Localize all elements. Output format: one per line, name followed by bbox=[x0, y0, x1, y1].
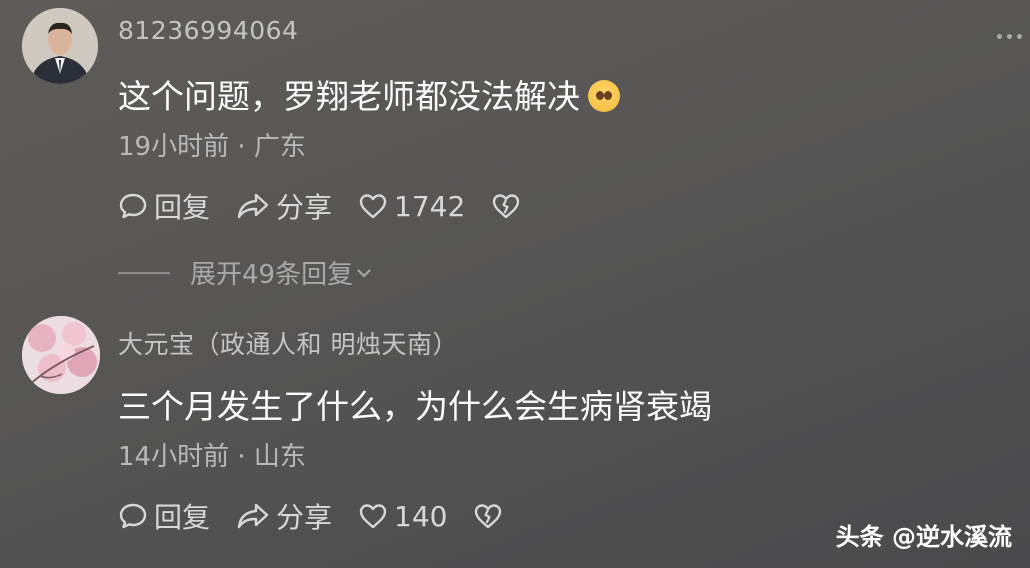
share-label: 分享 bbox=[276, 501, 333, 534]
like-button[interactable]: 1742 bbox=[358, 190, 465, 223]
share-label: 分享 bbox=[276, 191, 333, 224]
more-dots-icon[interactable] bbox=[997, 34, 1022, 39]
chat-bubble-icon bbox=[119, 503, 147, 529]
broken-heart-icon bbox=[493, 194, 520, 219]
like-count: 140 bbox=[394, 499, 448, 533]
watermark: 头条 @逆水溪流 bbox=[835, 523, 1012, 551]
expand-replies-label: 展开49条回复 bbox=[190, 260, 354, 290]
comment-username[interactable]: 大元宝（政通人和 明烛天南） bbox=[118, 325, 458, 361]
like-count: 1742 bbox=[394, 189, 466, 223]
chevron-down-icon bbox=[357, 268, 371, 277]
share-button[interactable]: 分享 bbox=[236, 496, 332, 536]
comment-actions: 回复 分享 1742 bbox=[118, 186, 553, 226]
chat-bubble-icon bbox=[119, 193, 147, 219]
comment-text: 这个问题，罗翔老师都没法解决 bbox=[118, 70, 620, 118]
reply-button[interactable]: 回复 bbox=[118, 186, 210, 226]
user-avatar[interactable] bbox=[22, 316, 100, 394]
divider-line bbox=[118, 271, 170, 274]
like-button[interactable]: 140 bbox=[358, 500, 447, 533]
reply-label: 回复 bbox=[154, 191, 211, 224]
share-button[interactable]: 分享 bbox=[236, 186, 332, 226]
dislike-button[interactable] bbox=[473, 501, 509, 531]
reply-button[interactable]: 回复 bbox=[118, 496, 210, 536]
comment-text-content: 这个问题，罗翔老师都没法解决 bbox=[118, 77, 580, 116]
comment-username[interactable]: 81236994064 bbox=[118, 16, 298, 45]
heart-icon bbox=[359, 504, 387, 529]
reply-label: 回复 bbox=[154, 501, 211, 534]
dislike-button[interactable] bbox=[491, 191, 527, 221]
broken-heart-icon bbox=[475, 504, 502, 529]
pleading-face-emoji bbox=[588, 80, 620, 112]
share-arrow-icon bbox=[237, 503, 269, 529]
comment-meta: 14小时前 · 山东 bbox=[118, 442, 306, 472]
comment-actions: 回复 分享 140 bbox=[118, 496, 535, 536]
comment-text: 三个月发生了什么，为什么会生病肾衰竭 bbox=[118, 387, 712, 426]
expand-replies-link[interactable]: 展开49条回复 bbox=[118, 254, 373, 291]
comment-meta: 19小时前 · 广东 bbox=[118, 132, 306, 162]
share-arrow-icon bbox=[237, 193, 269, 219]
heart-icon bbox=[359, 194, 387, 219]
user-avatar[interactable] bbox=[22, 8, 98, 84]
